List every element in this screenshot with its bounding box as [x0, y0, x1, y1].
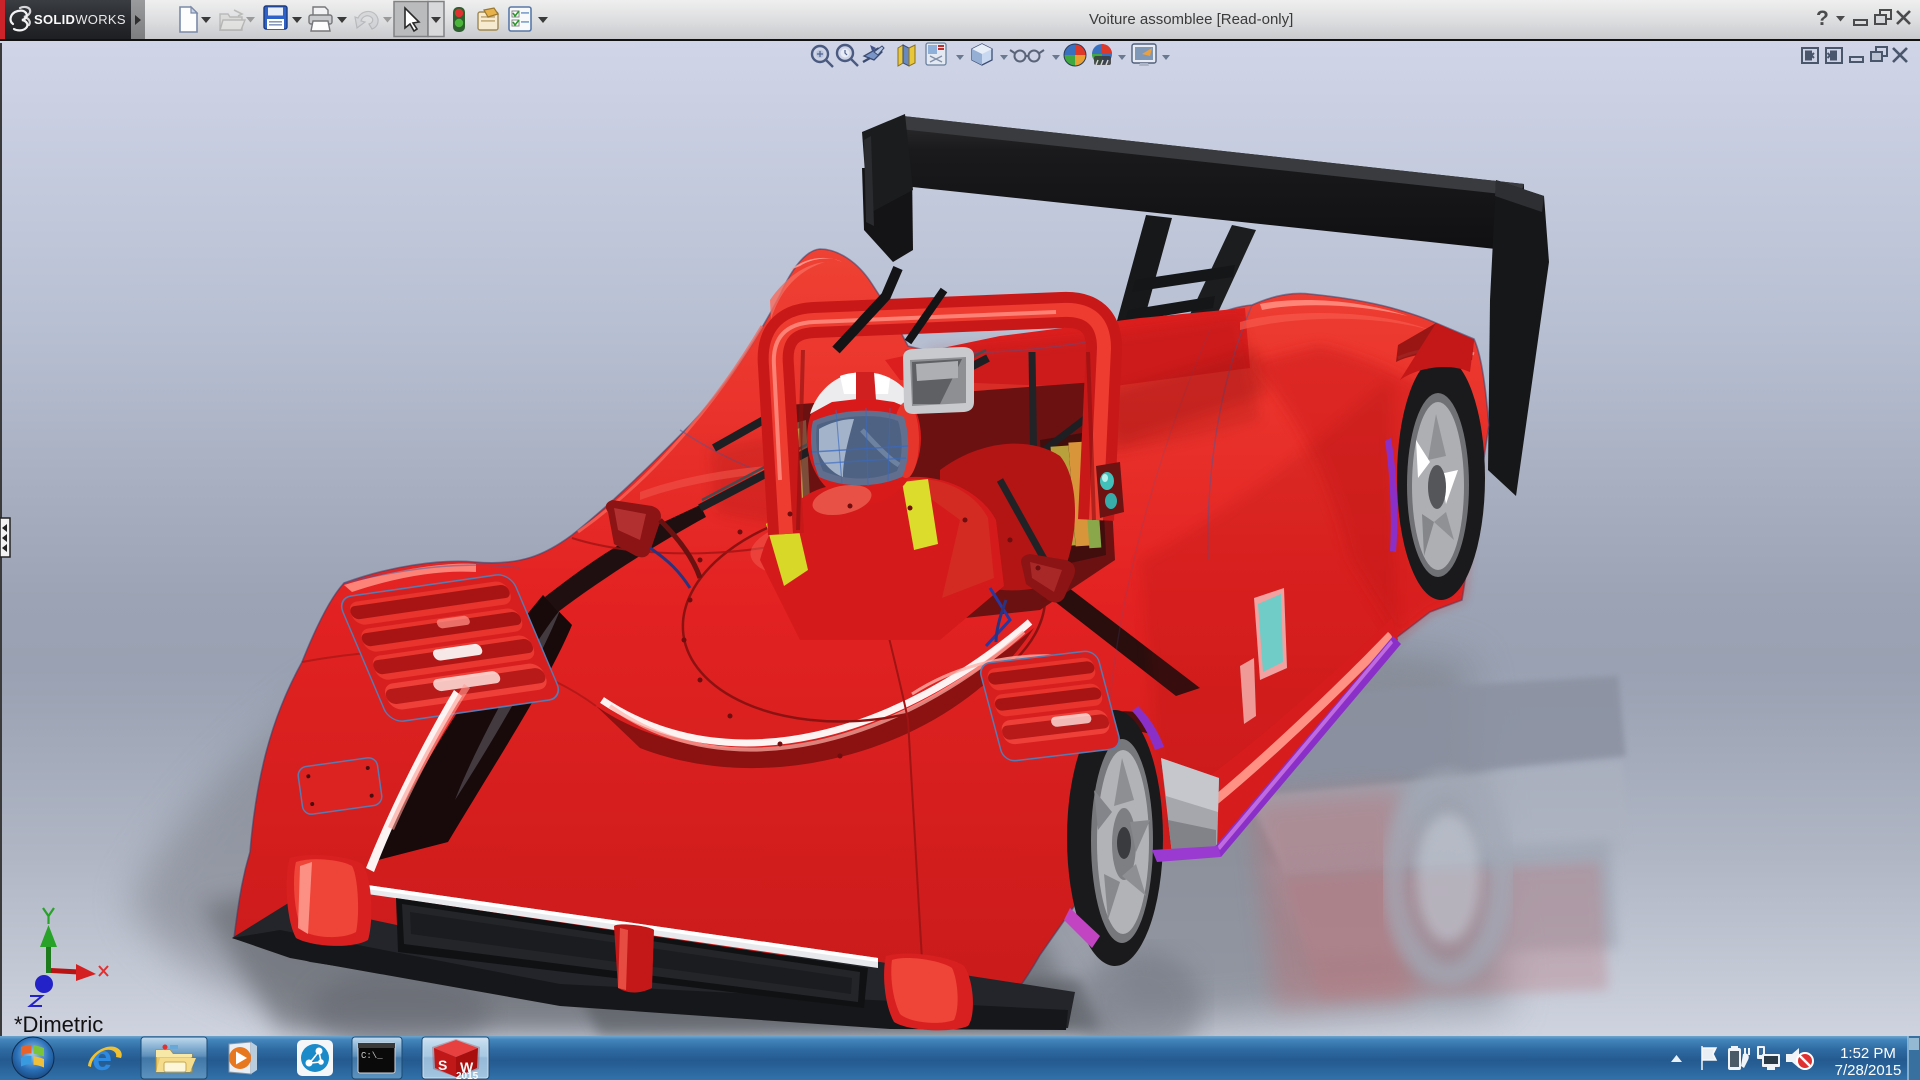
svg-text:?: ?: [1816, 7, 1829, 30]
svg-text:*Dimetric: *Dimetric: [14, 1012, 103, 1036]
svg-text:7/28/2015: 7/28/2015: [1835, 1062, 1902, 1079]
svg-text:1:52 PM: 1:52 PM: [1840, 1045, 1896, 1062]
svg-text:S: S: [438, 1057, 447, 1073]
svg-text:2015: 2015: [456, 1071, 479, 1080]
svg-text:C:\_: C:\_: [361, 1051, 383, 1061]
